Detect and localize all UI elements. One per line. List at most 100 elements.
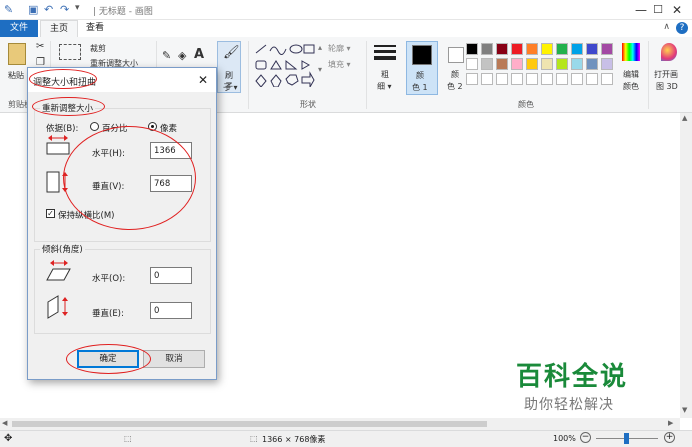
horizontal-scroll-thumb[interactable] [12,421,487,427]
skew-horizontal-input[interactable]: 0 [150,267,192,284]
custom-color-slot[interactable] [511,73,523,85]
palette-swatch[interactable] [496,43,508,55]
undo-icon[interactable]: ↶ [44,3,53,16]
custom-color-slot[interactable] [496,73,508,85]
custom-color-slot[interactable] [466,73,478,85]
edit-colors-icon[interactable] [622,43,640,61]
zoom-out-icon[interactable]: − [580,432,591,443]
vertical-label: 垂直(V): [92,182,125,192]
custom-color-slot[interactable] [526,73,538,85]
palette-swatch[interactable] [556,58,568,70]
vertical-input[interactable]: 768 [150,175,192,192]
vertical-scrollbar[interactable]: ▲ ▼ [680,113,692,418]
fill-icon[interactable]: ◈ [178,49,186,62]
custom-color-slot[interactable] [586,73,598,85]
custom-color-slot[interactable] [481,73,493,85]
pencil-icon[interactable]: ✎ [162,49,171,62]
shapes-gallery[interactable] [254,43,316,87]
vertical-resize-icon [46,171,68,193]
fill-button[interactable]: 填充 ▾ [328,59,351,70]
open-paint3d-button[interactable]: 打开画 [654,69,678,80]
custom-color-slot[interactable] [541,73,553,85]
collapse-ribbon-icon[interactable]: ∧ [663,22,670,32]
scroll-right-icon[interactable]: ▶ [668,419,673,427]
edit-colors-button[interactable]: 编辑 [623,69,639,80]
scroll-left-icon[interactable]: ◀ [2,419,7,427]
palette-swatch[interactable] [481,58,493,70]
cut-icon[interactable]: ✂ [36,41,44,52]
size-icon[interactable] [374,43,396,63]
shapes-group-label: 形状 [300,100,316,109]
outline-button[interactable]: 轮廓 ▾ [328,43,351,54]
skew-vertical-input[interactable]: 0 [150,302,192,319]
pixels-label[interactable]: 像素 [160,122,177,134]
palette-swatch[interactable] [586,58,598,70]
horizontal-input[interactable]: 1366 [150,142,192,159]
horizontal-resize-icon [46,135,70,155]
horizontal-scrollbar[interactable]: ◀ ▶ [0,418,680,430]
palette-swatch[interactable] [496,58,508,70]
text-icon[interactable]: A [194,47,204,62]
customize-quick-access-icon[interactable]: ▾ [75,3,80,13]
palette-swatch[interactable] [541,43,553,55]
shapes-scroll-icon[interactable]: ▴ [318,43,322,52]
palette-swatch[interactable] [526,58,538,70]
select-icon[interactable] [59,44,81,60]
pixels-radio[interactable] [148,122,157,131]
brushes-button[interactable]: 🖌 刷子 子 ▾ [217,41,241,93]
cancel-button[interactable]: 取消 [143,350,205,368]
by-label: 依据(B): [46,124,79,134]
divider [366,41,367,109]
resize-group-label: 重新调整大小 [40,102,96,114]
palette-swatch[interactable] [466,58,478,70]
horizontal-label: 水平(H): [92,149,125,159]
color2-swatch [448,47,464,63]
palette-swatch[interactable] [526,43,538,55]
ok-button[interactable]: 确定 [77,350,139,368]
palette-swatch[interactable] [571,43,583,55]
palette-swatch[interactable] [571,58,583,70]
custom-color-slot[interactable] [601,73,613,85]
selection-size-icon: ⬚ [124,434,132,443]
ribbon-tabs: 文件 主页 查看 ∧ ? [0,20,692,37]
tab-file[interactable]: 文件 [0,20,38,37]
palette-swatch[interactable] [586,43,598,55]
status-bar: ✥ ⬚ ⬚ 1366 × 768像素 100% − + [0,430,692,447]
tab-view[interactable]: 查看 [80,20,110,37]
color1-button[interactable]: 颜 色 1 [406,41,438,95]
scroll-down-icon[interactable]: ▼ [682,406,687,414]
tab-home[interactable]: 主页 [40,20,78,37]
custom-color-slot[interactable] [571,73,583,85]
paint-app-icon: ✎ [4,3,14,16]
watermark-subtitle: 助你轻松解决 [524,397,614,413]
percent-radio[interactable] [90,122,99,131]
dialog-close-icon[interactable]: ✕ [198,73,208,87]
horizontal-skew-icon [46,260,71,281]
help-icon[interactable]: ? [676,22,688,34]
palette-swatch[interactable] [601,43,613,55]
palette-swatch[interactable] [481,43,493,55]
zoom-in-icon[interactable]: + [664,432,675,443]
palette-swatch[interactable] [601,58,613,70]
paste-icon[interactable] [8,43,26,65]
keep-ratio-checkbox[interactable]: ✓ [46,209,55,218]
color-palette[interactable] [466,43,616,91]
palette-swatch[interactable] [541,58,553,70]
zoom-slider-handle[interactable] [624,433,629,444]
paint3d-icon[interactable] [661,43,677,61]
custom-color-slot[interactable] [556,73,568,85]
palette-swatch[interactable] [511,43,523,55]
size-button[interactable]: 粗 [381,69,389,80]
palette-swatch[interactable] [466,43,478,55]
close-button[interactable]: ✕ [660,1,692,19]
paste-button[interactable]: 粘贴 [8,70,24,81]
keep-ratio-label[interactable]: 保持纵横比(M) [58,209,114,221]
save-icon[interactable]: ▣ [28,3,38,16]
redo-icon[interactable]: ↷ [60,3,69,16]
palette-swatch[interactable] [556,43,568,55]
palette-swatch[interactable] [511,58,523,70]
crop-button[interactable]: 裁剪 [90,43,106,54]
scroll-up-icon[interactable]: ▲ [682,114,687,122]
shapes-more-icon[interactable]: ▾ [318,65,322,74]
percent-label[interactable]: 百分比 [102,122,128,134]
